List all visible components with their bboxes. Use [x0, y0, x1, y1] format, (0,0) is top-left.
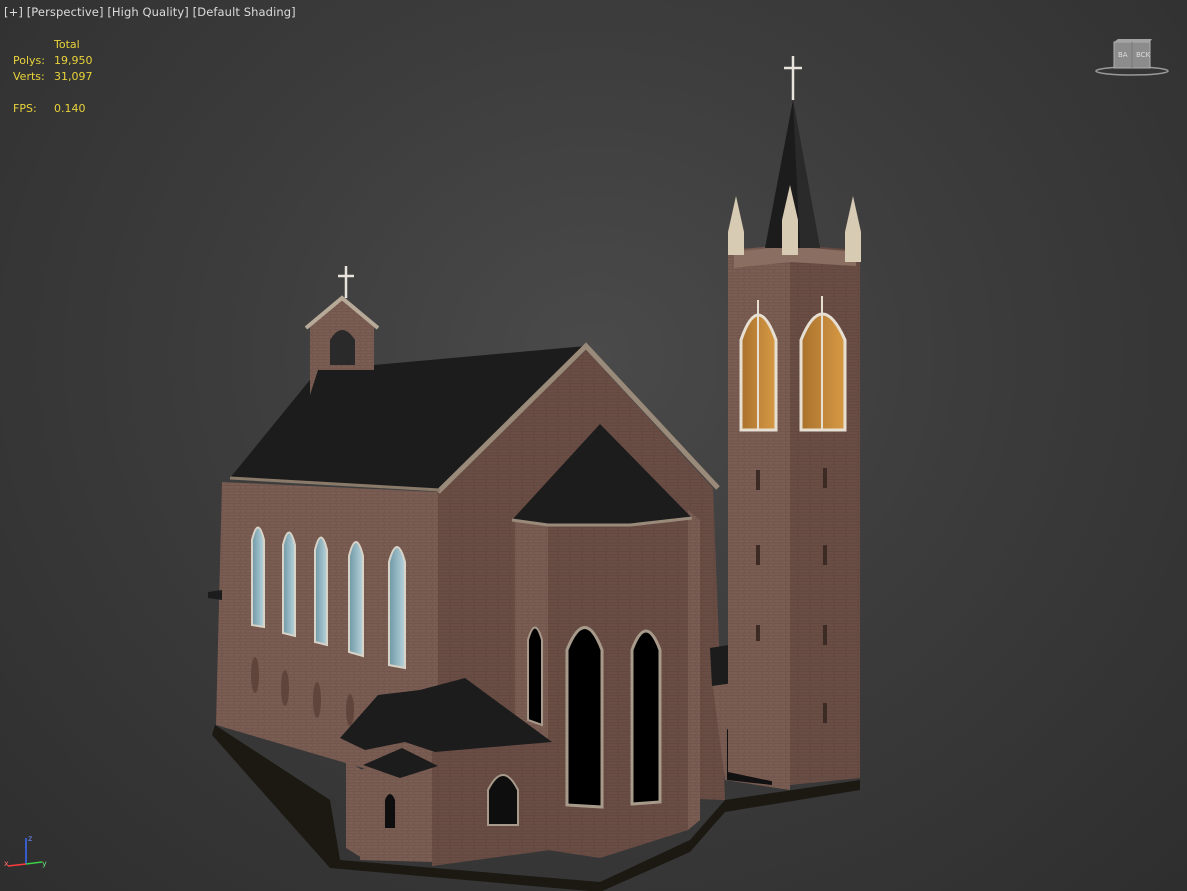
perspective-viewport[interactable]: [+] [Perspective] [High Quality] [Defaul… [0, 0, 1187, 891]
cross-icon [784, 56, 802, 100]
polys-label: Polys: [13, 54, 45, 67]
svg-text:BA: BA [1118, 51, 1128, 59]
svg-text:BCK: BCK [1136, 51, 1151, 59]
verts-value: 31,097 [54, 70, 93, 83]
axis-x-label: x [4, 859, 9, 868]
viewport-label: [+] [Perspective] [High Quality] [Defaul… [4, 5, 296, 19]
stats-header: Total [54, 38, 80, 51]
polys-value: 19,950 [54, 54, 93, 67]
viewport-menu-view[interactable]: [Perspective] [27, 5, 104, 19]
cross-icon [338, 266, 354, 298]
axis-y-label: y [42, 859, 47, 868]
verts-label: Verts: [13, 70, 45, 83]
viewport-menu-plus[interactable]: [+] [4, 5, 23, 19]
viewport-menu-quality[interactable]: [High Quality] [107, 5, 189, 19]
statistics-overlay: Total Polys: 19,950 Verts: 31,097 FPS: 0… [13, 37, 113, 117]
viewport-menu-shading[interactable]: [Default Shading] [193, 5, 296, 19]
axis-z-label: z [28, 834, 32, 843]
church-model[interactable] [0, 0, 1187, 891]
fps-label: FPS: [13, 102, 37, 115]
axis-tripod-icon: z x y [4, 832, 48, 872]
viewcube-icon[interactable]: BA BCK [1094, 36, 1170, 78]
fps-value: 0.140 [54, 102, 86, 115]
